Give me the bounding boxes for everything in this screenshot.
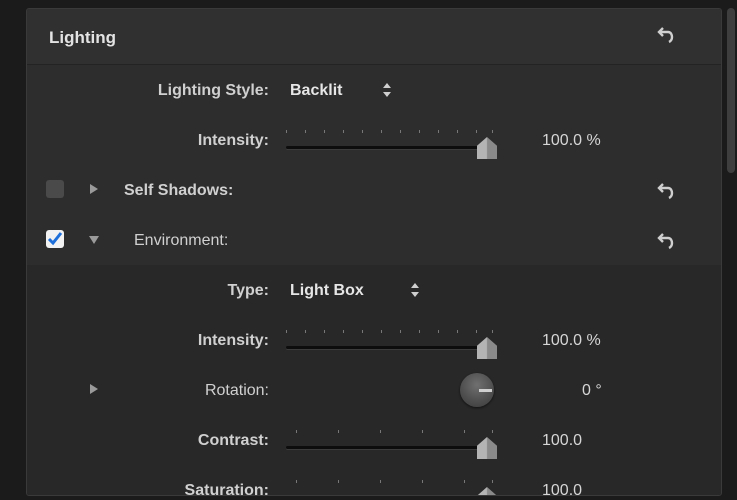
env-contrast-ticks <box>286 430 496 438</box>
env-rotation-value[interactable]: 0 ° <box>582 382 602 400</box>
env-contrast-row: Contrast: 100.0 <box>27 415 721 465</box>
disclosure-triangle-icon[interactable] <box>89 236 99 244</box>
intensity-ticks <box>286 130 496 138</box>
env-saturation-row: Saturation: 100.0 <box>27 465 721 496</box>
disclosure-triangle-icon[interactable] <box>90 184 98 194</box>
self-shadows-row[interactable]: Self Shadows: <box>27 165 721 216</box>
env-intensity-label: Intensity: <box>197 332 269 349</box>
section-title: Lighting <box>49 28 117 47</box>
env-contrast-label: Contrast: <box>197 432 269 449</box>
env-type-value[interactable]: Light Box <box>290 282 364 300</box>
env-intensity-row: Intensity: 100.0 % <box>27 315 721 365</box>
self-shadows-label: Self Shadows: <box>124 182 234 199</box>
intensity-row: Intensity: 100.0 % <box>27 115 721 166</box>
environment-checkbox[interactable] <box>46 230 64 248</box>
env-type-label: Type: <box>227 282 269 299</box>
lighting-header[interactable]: Lighting <box>27 9 721 65</box>
env-intensity-slider-thumb[interactable] <box>477 337 497 359</box>
env-intensity-ticks <box>286 330 496 338</box>
intensity-value[interactable]: 100.0 % <box>542 132 601 150</box>
lighting-style-value[interactable]: Backlit <box>290 82 342 100</box>
rotation-dial[interactable] <box>460 373 494 407</box>
scrollbar[interactable] <box>727 8 735 173</box>
lighting-panel: Lighting Lighting Style: Backlit Intensi… <box>26 8 722 496</box>
disclosure-triangle-icon[interactable] <box>90 384 98 394</box>
intensity-label: Intensity: <box>197 132 269 149</box>
up-down-stepper-icon[interactable] <box>410 281 420 299</box>
intensity-slider-thumb[interactable] <box>477 137 497 159</box>
env-contrast-value[interactable]: 100.0 <box>542 432 582 450</box>
env-contrast-slider-thumb[interactable] <box>477 437 497 459</box>
revert-arrow-icon[interactable] <box>657 25 677 45</box>
env-saturation-slider-thumb[interactable] <box>477 487 497 495</box>
self-shadows-checkbox[interactable] <box>46 180 64 198</box>
revert-arrow-icon[interactable] <box>657 181 677 201</box>
revert-arrow-icon[interactable] <box>657 231 677 251</box>
env-type-row: Type: Light Box <box>27 265 721 315</box>
env-contrast-slider-track[interactable] <box>286 446 492 449</box>
intensity-slider-track[interactable] <box>286 146 492 149</box>
lighting-style-row: Lighting Style: Backlit <box>27 65 721 116</box>
up-down-stepper-icon[interactable] <box>382 81 392 99</box>
env-rotation-row: Rotation: 0 ° <box>27 365 721 415</box>
checkmark-icon <box>47 232 63 246</box>
env-rotation-label: Rotation: <box>204 382 269 399</box>
env-saturation-label: Saturation: <box>184 482 269 496</box>
env-saturation-ticks <box>286 480 496 488</box>
env-intensity-value[interactable]: 100.0 % <box>542 332 601 350</box>
env-intensity-slider-track[interactable] <box>286 346 492 349</box>
environment-row[interactable]: Environment: <box>27 215 721 266</box>
environment-label: Environment: <box>134 232 229 249</box>
env-saturation-value[interactable]: 100.0 <box>542 482 582 495</box>
lighting-style-label: Lighting Style: <box>157 82 269 99</box>
